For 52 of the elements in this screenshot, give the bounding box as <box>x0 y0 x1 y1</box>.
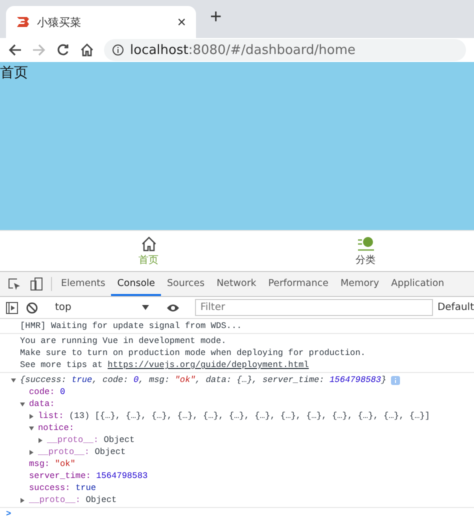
browser-tab[interactable]: 小猿买菜 × <box>6 6 196 38</box>
collapsed-arrow-icon[interactable] <box>29 450 34 454</box>
expanded-arrow-icon[interactable] <box>29 426 34 430</box>
close-tab-button[interactable]: × <box>177 14 186 30</box>
console-message: Make sure to turn on production mode when deploying for production. <box>20 347 367 359</box>
property-line: msg: "ok" <box>29 458 76 470</box>
devtools-tab[interactable]: Memory <box>334 272 386 296</box>
property-line: __proto__: Object <box>47 434 135 446</box>
reload-button[interactable] <box>56 43 70 57</box>
property-line: notice: <box>38 422 74 434</box>
collapsed-arrow-icon[interactable] <box>20 498 25 502</box>
property-line: code: 0 <box>29 386 66 398</box>
devtools-tab[interactable]: Application <box>385 272 450 296</box>
category-icon <box>356 236 374 252</box>
property-line: server_time: 1564798583 <box>29 470 148 482</box>
tab-title: 小猿买菜 <box>37 14 82 30</box>
expanded-arrow-icon[interactable] <box>20 402 25 406</box>
console-message: [HMR] Waiting for update signal from WDS... <box>20 320 243 332</box>
back-button[interactable] <box>8 43 22 57</box>
collapsed-arrow-icon[interactable] <box>38 438 43 442</box>
url-host: localhost <box>130 42 188 58</box>
new-tab-button[interactable]: + <box>196 6 222 32</box>
console-link[interactable]: https://vuejs.org/guide/deployment.html <box>108 360 309 370</box>
devtools-tab[interactable]: Performance <box>262 272 334 296</box>
console-prompt[interactable]: > <box>0 509 12 519</box>
console-message: You are running Vue in development mode. <box>20 335 228 347</box>
filter-field[interactable]: Filter <box>195 299 434 316</box>
property-line: __proto__: Object <box>38 446 126 458</box>
address-field[interactable]: localhost:8080/#/dashboard/home <box>104 39 466 61</box>
home-button[interactable] <box>80 43 94 57</box>
property-line: data: <box>29 398 55 410</box>
nav-item[interactable]: 分类 <box>356 236 376 266</box>
property-line: list: (13) [{…}, {…}, {…}, {…}, {…}, {…}, {…}, {…}, {…}, {…}, {…}, {…}, {…}] <box>38 410 430 422</box>
devtools-tab[interactable]: Console <box>111 272 161 296</box>
property-line: __proto__: Object <box>29 494 117 506</box>
collapsed-arrow-icon[interactable] <box>29 414 34 418</box>
object-summary: {success: true, code: 0, msg: "ok", data: {…}, server_time: 1564798583} <box>20 374 386 386</box>
page-heading: 首页 <box>0 64 28 82</box>
info-badge-icon <box>391 376 400 384</box>
home-icon <box>140 236 156 252</box>
logo-icon <box>16 16 30 28</box>
devtools-tab[interactable]: Network <box>210 272 262 296</box>
context-select[interactable]: top <box>48 302 156 313</box>
property-line: success: true <box>29 482 96 494</box>
devtools-tab[interactable]: Sources <box>161 272 211 296</box>
info-icon <box>112 44 124 56</box>
devtools-tab[interactable]: Elements <box>55 272 112 296</box>
expanded-arrow-icon[interactable] <box>11 378 16 382</box>
levels-dropdown[interactable]: Default <box>433 302 474 313</box>
url-path: :8080/#/dashboard/home <box>188 42 356 58</box>
console-message: See more tips at https://vuejs.org/guide/deployment.html <box>20 359 310 371</box>
caret-icon <box>142 305 150 310</box>
